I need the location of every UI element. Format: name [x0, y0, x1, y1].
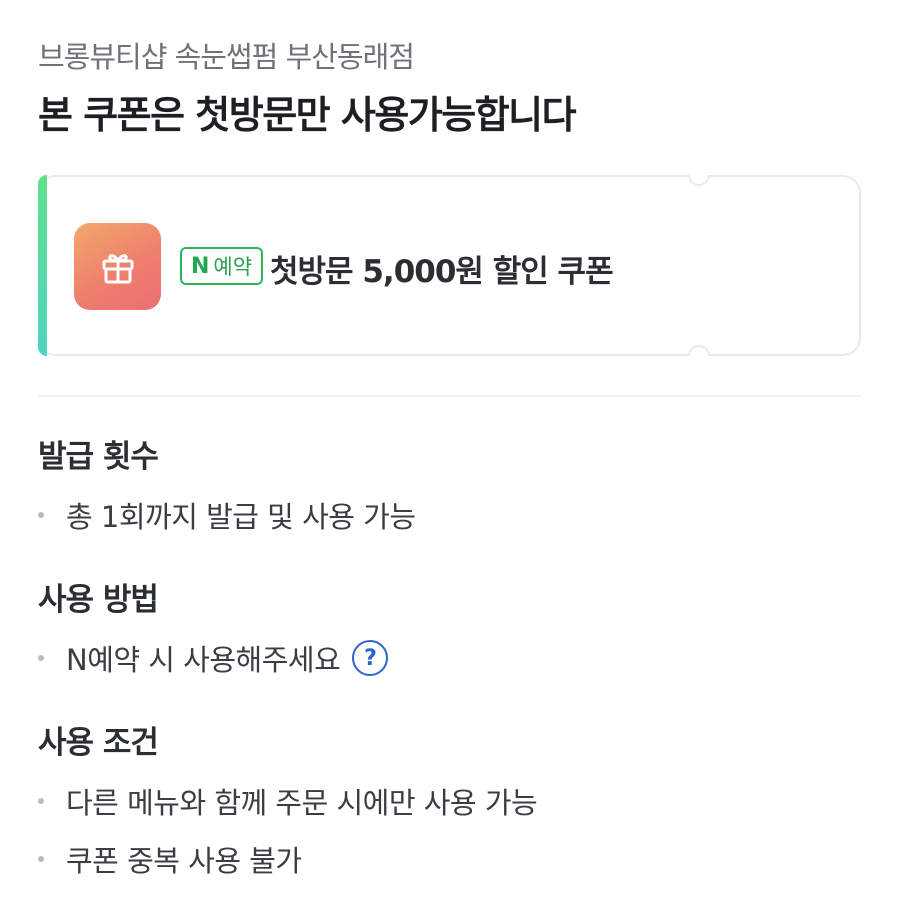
section-usage-conditions: 사용 조건 다른 메뉴와 함께 주문 시에만 사용 가능 쿠폰 중복 사용 불가 [38, 723, 538, 879]
section-usage-method: 사용 방법 N예약 시 사용해주세요 ? [38, 580, 389, 678]
list-item-text: 다른 메뉴와 함께 주문 시에만 사용 가능 [66, 786, 538, 820]
list-item-text: 총 1회까지 발급 및 사용 가능 [66, 500, 416, 534]
badge-label: 예약 [213, 255, 253, 279]
question-circle-icon[interactable]: ? [352, 640, 389, 676]
list-item: N예약 시 사용해주세요 ? [38, 638, 389, 678]
section-issue-count: 발급 횟수 총 1회까지 발급 및 사용 가능 [38, 437, 416, 535]
section-divider [38, 395, 861, 397]
gift-icon [102, 253, 133, 283]
list-item-text: N예약 시 사용해주세요 [66, 643, 341, 677]
list-item-text: 쿠폰 중복 사용 불가 [66, 844, 302, 878]
bullet-icon [38, 856, 44, 862]
coupon-notch-top [688, 175, 710, 186]
section-title: 사용 방법 [38, 582, 159, 618]
coupon-accent-bar [38, 175, 47, 356]
coupon-notch-bottom [688, 345, 710, 356]
coupon-detail-page: 브롱뷰티샵 속눈썹펌 부산동래점 본 쿠폰은 첫방문만 사용가능합니다 N 예약… [0, 0, 900, 922]
section-title: 사용 조건 [38, 725, 159, 761]
list-item: 다른 메뉴와 함께 주문 시에만 사용 가능 [38, 781, 538, 821]
bullet-icon [38, 655, 44, 661]
coupon-title: 첫방문 5,000원 할인 쿠폰 [270, 254, 614, 290]
coupon-card[interactable]: N 예약 첫방문 5,000원 할인 쿠폰 [38, 175, 861, 356]
gift-icon-tile [74, 223, 161, 310]
list-item: 쿠폰 중복 사용 불가 [38, 839, 537, 879]
bullet-icon [38, 798, 44, 804]
section-title: 발급 횟수 [38, 439, 159, 475]
naver-n-logo: N [191, 253, 210, 279]
store-name: 브롱뷰티샵 속눈썹펌 부산동래점 [38, 40, 415, 74]
naver-booking-badge: N 예약 [180, 247, 264, 285]
list-item: 총 1회까지 발급 및 사용 가능 [38, 495, 416, 535]
bullet-icon [38, 512, 44, 518]
page-title: 본 쿠폰은 첫방문만 사용가능합니다 [38, 93, 577, 137]
